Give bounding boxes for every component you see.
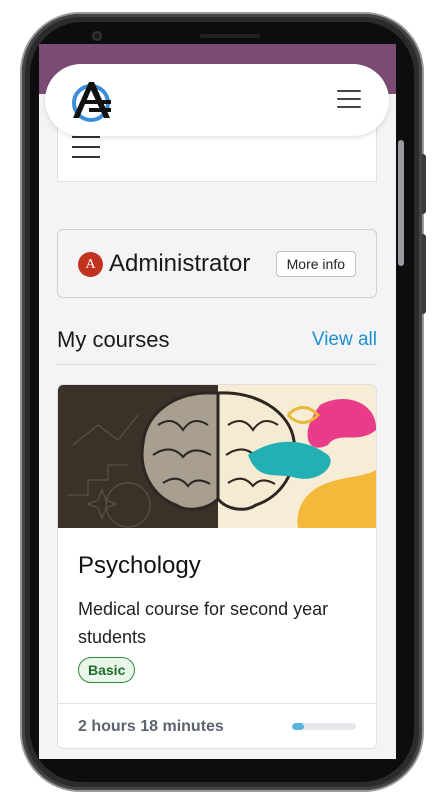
course-level-badge: Basic [78,657,136,683]
menu-icon[interactable] [72,136,100,158]
camera-icon [92,31,102,41]
logo-icon[interactable] [67,78,115,122]
speaker-grille [200,34,260,38]
courses-header: My courses View all [57,327,377,365]
power-button [422,234,426,314]
course-title[interactable]: Psychology [78,552,201,580]
course-image[interactable] [58,385,377,528]
course-progress-fill [292,723,304,730]
scrollbar[interactable] [398,140,404,266]
course-progress-bar [292,723,356,730]
view-all-link[interactable]: View all [312,329,377,351]
navbar [45,64,389,136]
avatar[interactable]: A [78,252,103,277]
course-description: Medical course for second year students [78,599,329,647]
hamburger-menu-icon[interactable] [337,90,361,108]
user-name: Administrator [109,250,251,277]
more-info-button[interactable]: More info [275,251,356,277]
course-card-footer: 2 hours 18 minutes [58,703,376,748]
section-title: My courses [57,327,170,352]
app-screen: A Administrator More info My courses Vie… [39,44,396,759]
course-duration: 2 hours 18 minutes [78,718,224,735]
user-card: A Administrator More info [57,229,377,298]
volume-button [422,154,426,214]
course-card[interactable]: Psychology Medical course for second yea… [57,384,377,749]
